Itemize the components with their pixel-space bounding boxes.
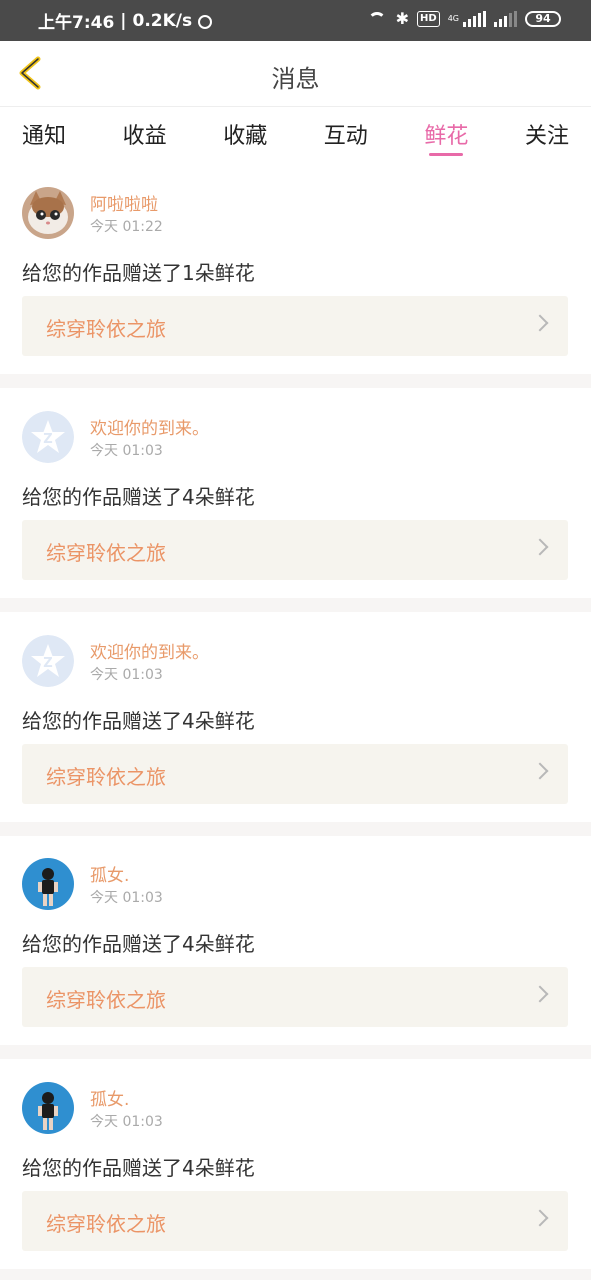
tab-earnings[interactable]: 收益 xyxy=(123,106,167,160)
card-divider xyxy=(0,374,591,388)
work-link[interactable]: 综穿聆依之旅 xyxy=(22,967,568,1027)
timestamp: 今天 01:03 xyxy=(90,890,163,906)
cat-avatar-icon[interactable] xyxy=(22,187,74,239)
username[interactable]: 阿啦啦啦 xyxy=(90,190,158,215)
girl-photo-avatar-icon[interactable] xyxy=(22,858,74,910)
status-bar: 上午7:46 | 0.2K/s ✱ HD 4G 94 xyxy=(0,0,591,41)
chevron-right-icon xyxy=(531,538,549,556)
wifi-icon xyxy=(366,10,388,28)
card-divider xyxy=(0,822,591,836)
work-title: 综穿聆依之旅 xyxy=(46,541,166,565)
card-divider xyxy=(0,598,591,612)
work-title: 综穿聆依之旅 xyxy=(46,1212,166,1236)
tab-bar: 通知 收益 收藏 互动 鲜花 关注 xyxy=(0,106,591,160)
bluetooth-icon: ✱ xyxy=(395,9,410,28)
chevron-right-icon xyxy=(531,1209,549,1227)
work-title: 综穿聆依之旅 xyxy=(46,988,166,1012)
notification-message: 给您的作品赠送了4朵鲜花 xyxy=(22,932,255,956)
network-type: 4G xyxy=(447,14,459,23)
chevron-right-icon xyxy=(531,762,549,780)
page-title: 消息 xyxy=(271,65,320,93)
username[interactable]: 孤女. xyxy=(90,1085,129,1110)
card-divider xyxy=(0,1269,591,1280)
default-star-avatar-icon[interactable]: Z xyxy=(22,635,74,687)
chevron-right-icon xyxy=(531,985,549,1003)
girl-photo-avatar-icon[interactable] xyxy=(22,1082,74,1134)
status-right: ✱ HD 4G 94 xyxy=(366,10,561,28)
status-time: 上午7:46 xyxy=(38,13,115,33)
notification-message: 给您的作品赠送了4朵鲜花 xyxy=(22,709,255,733)
notification-card: 阿啦啦啦 今天 01:22 给您的作品赠送了1朵鲜花 综穿聆依之旅 xyxy=(0,172,591,374)
status-speed: 0.2K/s xyxy=(132,10,193,31)
username[interactable]: 孤女. xyxy=(90,861,129,886)
card-divider xyxy=(0,1045,591,1059)
chevron-right-icon xyxy=(531,314,549,332)
battery-icon: 94 xyxy=(525,11,561,27)
work-title: 综穿聆依之旅 xyxy=(46,317,166,341)
work-link[interactable]: 综穿聆依之旅 xyxy=(22,1191,568,1251)
notification-card: Z 欢迎你的到来。 今天 01:03 给您的作品赠送了4朵鲜花 综穿聆依之旅 xyxy=(0,396,591,598)
signal-icon xyxy=(463,11,486,27)
tab-interactions[interactable]: 互动 xyxy=(324,106,368,160)
status-left: 上午7:46 | 0.2K/s xyxy=(38,8,213,33)
tab-favorites[interactable]: 收藏 xyxy=(223,106,267,160)
svg-text:Z: Z xyxy=(43,432,52,447)
signal-icon-secondary xyxy=(494,11,517,27)
tab-flowers[interactable]: 鲜花 xyxy=(424,106,468,160)
svg-text:Z: Z xyxy=(43,656,52,671)
username[interactable]: 欢迎你的到来。 xyxy=(90,638,209,663)
status-divider: | xyxy=(120,10,127,31)
notification-card: Z 欢迎你的到来。 今天 01:03 给您的作品赠送了4朵鲜花 综穿聆依之旅 xyxy=(0,620,591,822)
hd-badge: HD xyxy=(417,11,440,27)
timestamp: 今天 01:03 xyxy=(90,1114,163,1130)
tab-notice[interactable]: 通知 xyxy=(22,106,66,160)
nav-bar: 消息 xyxy=(0,41,591,107)
notification-card: 孤女. 今天 01:03 给您的作品赠送了4朵鲜花 综穿聆依之旅 xyxy=(0,843,591,1045)
notification-card: 孤女. 今天 01:03 给您的作品赠送了4朵鲜花 综穿聆依之旅 xyxy=(0,1067,591,1269)
notification-message: 给您的作品赠送了4朵鲜花 xyxy=(22,1156,255,1180)
timestamp: 今天 01:03 xyxy=(90,667,163,683)
timestamp: 今天 01:03 xyxy=(90,443,163,459)
work-title: 综穿聆依之旅 xyxy=(46,765,166,789)
timestamp: 今天 01:22 xyxy=(90,219,163,235)
default-star-avatar-icon[interactable]: Z xyxy=(22,411,74,463)
work-link[interactable]: 综穿聆依之旅 xyxy=(22,296,568,356)
work-link[interactable]: 综穿聆依之旅 xyxy=(22,744,568,804)
username[interactable]: 欢迎你的到来。 xyxy=(90,414,209,439)
work-link[interactable]: 综穿聆依之旅 xyxy=(22,520,568,580)
tab-follows[interactable]: 关注 xyxy=(525,106,569,160)
alarm-icon xyxy=(198,14,213,29)
notification-message: 给您的作品赠送了1朵鲜花 xyxy=(22,261,255,285)
notification-message: 给您的作品赠送了4朵鲜花 xyxy=(22,485,255,509)
